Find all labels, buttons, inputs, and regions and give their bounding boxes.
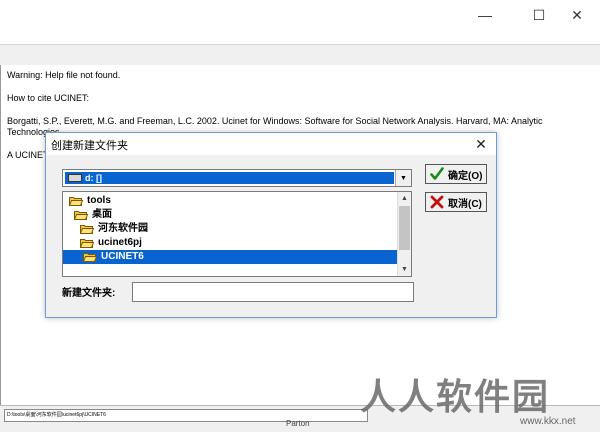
status-text: Parton: [286, 419, 310, 428]
folder-item-label: 河东软件园: [98, 223, 148, 234]
scroll-up-icon[interactable]: ▲: [398, 192, 411, 205]
ok-button[interactable]: 确定(O): [425, 164, 487, 184]
cancel-button-label: 取消(C): [448, 198, 482, 210]
folder-item-label: 桌面: [92, 209, 112, 220]
folder-item[interactable]: tools: [69, 194, 111, 208]
cross-icon: [430, 195, 444, 209]
output-line: Warning: Help file not found.: [7, 70, 121, 80]
output-line: Borgatti, S.P., Everett, M.G. and Freema…: [7, 116, 543, 126]
new-folder-dialog: 创建新建文件夹 ✕ d: [] ▼ tools 桌面 河东软件园 ucinet6…: [45, 132, 497, 318]
open-folder-icon: [83, 253, 97, 262]
ok-button-label: 确定(O): [448, 170, 483, 182]
open-folder-icon: [80, 239, 94, 248]
open-folder-icon: [80, 225, 94, 234]
folder-list[interactable]: tools 桌面 河东软件园 ucinet6pj UCINET6 ▲ ▼: [62, 191, 412, 277]
drive-select[interactable]: d: [] ▼: [62, 169, 412, 187]
minimize-button[interactable]: —: [462, 0, 508, 30]
dialog-titlebar: 创建新建文件夹 ✕: [46, 133, 496, 155]
dialog-title: 创建新建文件夹: [51, 140, 128, 152]
drive-icon: [68, 174, 82, 182]
watermark-brand: 人人软件园: [360, 377, 551, 418]
scroll-thumb[interactable]: [399, 206, 410, 250]
new-folder-label: 新建文件夹:: [62, 288, 116, 299]
cancel-button[interactable]: 取消(C): [425, 192, 487, 212]
main-titlebar: — ☐ ✕: [0, 0, 600, 30]
folder-item-label: tools: [87, 195, 111, 206]
folder-list-scrollbar[interactable]: ▲ ▼: [397, 192, 411, 276]
close-button[interactable]: ✕: [554, 0, 600, 30]
drive-value: d: []: [85, 173, 102, 183]
status-path: D:\tools\桌面\河东软件园\ucinet6pj\UCINET6: [4, 409, 368, 422]
toolbar: [0, 44, 600, 66]
dialog-close-button[interactable]: ✕: [466, 133, 496, 155]
folder-item-selected[interactable]: UCINET6: [63, 250, 397, 264]
folder-item-label: UCINET6: [101, 251, 144, 262]
folder-item[interactable]: ucinet6pj: [80, 236, 142, 250]
drive-selected: d: []: [65, 172, 394, 184]
new-folder-input[interactable]: [132, 282, 414, 302]
folder-item-label: ucinet6pj: [98, 237, 142, 248]
open-folder-icon: [74, 211, 88, 220]
folder-item[interactable]: 河东软件园: [80, 222, 148, 236]
output-line: A UCINET: [7, 150, 49, 160]
folder-item[interactable]: 桌面: [74, 208, 112, 222]
dropdown-arrow-icon[interactable]: ▼: [395, 170, 411, 186]
scroll-down-icon[interactable]: ▼: [398, 263, 411, 276]
checkmark-icon: [430, 167, 444, 180]
open-folder-icon: [69, 197, 83, 206]
output-line: How to cite UCINET:: [7, 93, 90, 103]
watermark-url: www.kkx.net: [520, 416, 576, 427]
